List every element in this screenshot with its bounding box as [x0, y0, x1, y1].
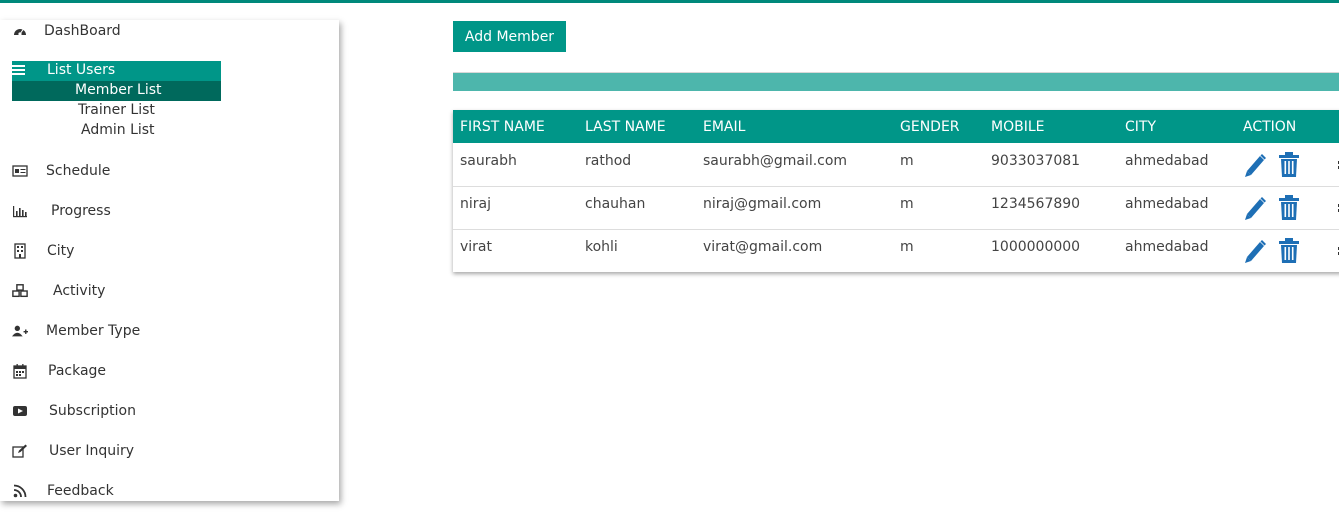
sidebar-item-label: Subscription — [49, 403, 136, 419]
sidebar-item-label: Feedback — [47, 483, 114, 499]
cell-gender: m — [900, 239, 914, 255]
edit-icon — [12, 443, 28, 459]
trash-icon[interactable] — [1277, 151, 1301, 179]
cell-mobile: 1234567890 — [991, 196, 1081, 212]
cell-last-name: chauhan — [585, 196, 646, 212]
table-row: saurabh rathod saurabh@gmail.com m 90330… — [453, 143, 1339, 187]
sidebar-subitem-label: Member List — [75, 82, 162, 98]
cell-last-name: kohli — [585, 239, 618, 255]
cell-first-name: niraj — [460, 196, 491, 212]
pencil-icon[interactable] — [1243, 194, 1267, 222]
calendar-icon — [12, 363, 28, 379]
bar-chart-icon — [12, 203, 28, 219]
cell-email: saurabh@gmail.com — [703, 153, 848, 169]
sidebar-subitem-trainer-list[interactable]: Trainer List — [78, 102, 155, 118]
column-header-email[interactable]: EMAIL — [703, 119, 745, 135]
cell-gender: m — [900, 196, 914, 212]
sidebar-subitem-admin-list[interactable]: Admin List — [81, 122, 155, 138]
cubes-icon — [12, 283, 28, 299]
sidebar-item-list-users[interactable]: List Users — [12, 61, 221, 81]
sidebar-item-label: User Inquiry — [49, 443, 135, 459]
cell-email: niraj@gmail.com — [703, 196, 822, 212]
cell-city: ahmedabad — [1125, 239, 1209, 255]
sidebar-item-label: Member Type — [46, 323, 141, 339]
table-row: niraj chauhan niraj@gmail.com m 12345678… — [453, 186, 1339, 230]
column-header-city[interactable]: CITY — [1125, 119, 1156, 135]
trash-icon[interactable] — [1277, 194, 1301, 222]
sidebar: DashBoard List Users Member List Trainer… — [0, 20, 339, 501]
members-table: FIRST NAME LAST NAME EMAIL GENDER MOBILE… — [453, 110, 1339, 272]
cell-city: ahmedabad — [1125, 153, 1209, 169]
trash-icon[interactable] — [1277, 237, 1301, 265]
column-header-last-name[interactable]: LAST NAME — [585, 119, 666, 135]
cell-last-name: rathod — [585, 153, 632, 169]
rss-icon — [12, 483, 28, 499]
dashboard-icon — [12, 23, 28, 39]
schedule-icon — [12, 163, 28, 179]
cell-gender: m — [900, 153, 914, 169]
pencil-icon[interactable] — [1243, 151, 1267, 179]
cell-email: virat@gmail.com — [703, 239, 823, 255]
menu-icon — [12, 63, 28, 79]
pencil-icon[interactable] — [1243, 237, 1267, 265]
cell-mobile: 1000000000 — [991, 239, 1081, 255]
cell-mobile: 9033037081 — [991, 153, 1081, 169]
column-header-mobile[interactable]: MOBILE — [991, 119, 1044, 135]
column-header-first-name[interactable]: FIRST NAME — [460, 119, 545, 135]
sidebar-item-label: Activity — [53, 283, 106, 299]
sidebar-item-label: Package — [48, 363, 107, 379]
user-plus-icon — [12, 323, 28, 339]
building-icon — [12, 243, 28, 259]
sidebar-item-label: DashBoard — [44, 23, 121, 39]
sidebar-item-label: Progress — [51, 203, 111, 219]
cell-first-name: virat — [460, 239, 492, 255]
top-accent-bar — [0, 0, 1339, 3]
table-header: FIRST NAME LAST NAME EMAIL GENDER MOBILE… — [453, 110, 1339, 143]
sidebar-item-label: City — [47, 243, 75, 259]
column-header-action: ACTION — [1243, 119, 1297, 135]
table-row: virat kohli virat@gmail.com m 1000000000… — [453, 229, 1339, 272]
sidebar-subitem-member-list[interactable]: Member List — [12, 81, 221, 101]
sidebar-item-label: List Users — [47, 62, 116, 78]
add-member-button[interactable]: Add Member — [453, 21, 566, 52]
column-header-gender[interactable]: GENDER — [900, 119, 960, 135]
cell-first-name: saurabh — [460, 153, 517, 169]
progress-bar — [453, 72, 1339, 91]
play-icon — [12, 403, 28, 419]
progress-bar-fill — [453, 73, 1339, 91]
cell-city: ahmedabad — [1125, 196, 1209, 212]
sidebar-item-label: Schedule — [46, 163, 111, 179]
